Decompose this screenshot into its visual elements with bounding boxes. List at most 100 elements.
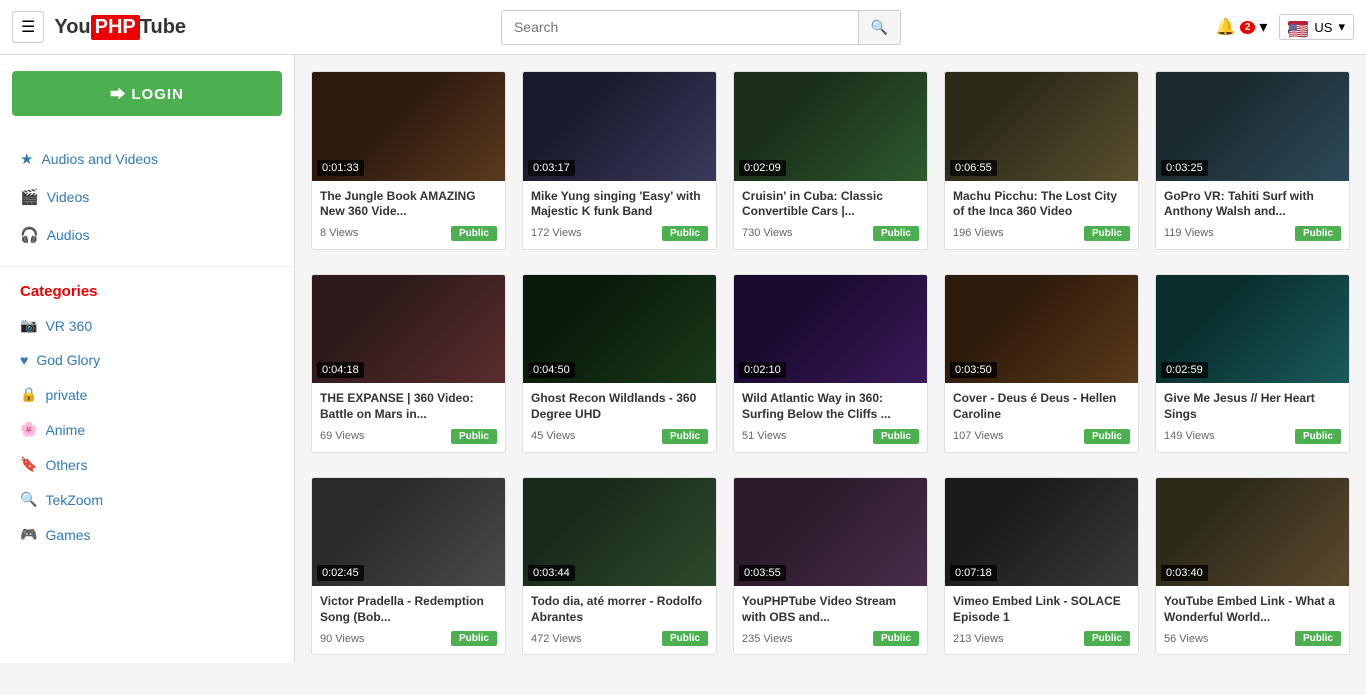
video-card[interactable]: 0:06:55 Machu Picchu: The Lost City of t…: [944, 71, 1139, 250]
video-card[interactable]: 0:03:40 YouTube Embed Link - What a Wond…: [1155, 477, 1350, 656]
video-meta: 472 Views Public: [531, 631, 708, 646]
video-info: Vimeo Embed Link - SOLACE Episode 1 213 …: [945, 586, 1138, 654]
video-meta: 172 Views Public: [531, 226, 708, 241]
layout: ⮕ LOGIN ★ Audios and Videos 🎬 Videos 🎧 A…: [0, 55, 1366, 695]
video-info: GoPro VR: Tahiti Surf with Anthony Walsh…: [1156, 181, 1349, 249]
video-row-0: 0:01:33 The Jungle Book AMAZING New 360 …: [311, 71, 1350, 250]
header-search: 🔍: [186, 10, 1216, 45]
zoom-icon: 🔍: [20, 491, 37, 508]
video-thumbnail: 0:04:18: [312, 275, 505, 384]
duration-badge: 0:03:40: [1161, 565, 1208, 581]
video-card[interactable]: 0:03:17 Mike Yung singing 'Easy' with Ma…: [522, 71, 717, 250]
video-card[interactable]: 0:02:10 Wild Atlantic Way in 360: Surfin…: [733, 274, 928, 453]
sidebar-item-god-glory[interactable]: ♥ God Glory: [0, 343, 294, 377]
video-info: Cover - Deus é Deus - Hellen Caroline 10…: [945, 383, 1138, 451]
video-card[interactable]: 0:04:50 Ghost Recon Wildlands - 360 Degr…: [522, 274, 717, 453]
video-card[interactable]: 0:07:18 Vimeo Embed Link - SOLACE Episod…: [944, 477, 1139, 656]
lock-icon: 🔒: [20, 386, 37, 403]
audio-icon: 🎧: [20, 226, 39, 244]
video-thumbnail: 0:07:18: [945, 478, 1138, 587]
lang-code: US: [1314, 20, 1332, 35]
views-count: 730 Views: [742, 227, 793, 239]
public-badge: Public: [451, 226, 497, 241]
video-title: YouTube Embed Link - What a Wonderful Wo…: [1164, 594, 1341, 625]
video-card[interactable]: 0:03:55 YouPHPTube Video Stream with OBS…: [733, 477, 928, 656]
video-card[interactable]: 0:02:09 Cruisin' in Cuba: Classic Conver…: [733, 71, 928, 250]
public-badge: Public: [873, 429, 919, 444]
duration-badge: 0:02:59: [1161, 362, 1208, 378]
star-icon: ★: [20, 150, 33, 168]
language-button[interactable]: 🇺🇸 US ▾: [1279, 14, 1354, 40]
sidebar-item-audios[interactable]: 🎧 Audios: [0, 216, 294, 254]
sidebar-item-vr360[interactable]: 📷 VR 360: [0, 308, 294, 343]
header-left: ☰ YouPHPTube: [12, 11, 186, 43]
duration-badge: 0:04:18: [317, 362, 364, 378]
video-meta: 213 Views Public: [953, 631, 1130, 646]
duration-badge: 0:02:45: [317, 565, 364, 581]
sidebar-label-audios-videos: Audios and Videos: [41, 151, 158, 167]
sidebar-item-videos[interactable]: 🎬 Videos: [0, 178, 294, 216]
views-count: 45 Views: [531, 430, 575, 442]
video-thumbnail: 0:06:55: [945, 72, 1138, 181]
duration-badge: 0:03:44: [528, 565, 575, 581]
notification-button[interactable]: 🔔 2 ▾: [1216, 17, 1268, 37]
public-badge: Public: [873, 226, 919, 241]
video-title: GoPro VR: Tahiti Surf with Anthony Walsh…: [1164, 189, 1341, 220]
bookmark-icon: 🔖: [20, 456, 37, 473]
sidebar-item-games[interactable]: 🎮 Games: [0, 517, 294, 552]
video-title: Victor Pradella - Redemption Song (Bob..…: [320, 594, 497, 625]
views-count: 69 Views: [320, 430, 364, 442]
sidebar-item-others[interactable]: 🔖 Others: [0, 447, 294, 482]
video-meta: 45 Views Public: [531, 429, 708, 444]
search-input[interactable]: [502, 11, 858, 43]
sidebar-item-audios-videos[interactable]: ★ Audios and Videos: [0, 140, 294, 178]
video-card[interactable]: 0:02:59 Give Me Jesus // Her Heart Sings…: [1155, 274, 1350, 453]
video-thumbnail: 0:03:17: [523, 72, 716, 181]
games-icon: 🎮: [20, 526, 37, 543]
search-button[interactable]: 🔍: [858, 11, 900, 44]
login-button[interactable]: ⮕ LOGIN: [12, 71, 282, 116]
sidebar: ⮕ LOGIN ★ Audios and Videos 🎬 Videos 🎧 A…: [0, 55, 295, 663]
logo[interactable]: YouPHPTube: [54, 15, 186, 40]
public-badge: Public: [1295, 429, 1341, 444]
public-badge: Public: [1084, 429, 1130, 444]
public-badge: Public: [1295, 631, 1341, 646]
duration-badge: 0:03:17: [528, 160, 575, 176]
video-thumbnail: 0:02:45: [312, 478, 505, 587]
heart-icon: ♥: [20, 352, 28, 368]
public-badge: Public: [451, 429, 497, 444]
views-count: 8 Views: [320, 227, 358, 239]
video-card[interactable]: 0:03:25 GoPro VR: Tahiti Surf with Antho…: [1155, 71, 1350, 250]
video-card[interactable]: 0:03:44 Todo dia, até morrer - Rodolfo A…: [522, 477, 717, 656]
views-count: 172 Views: [531, 227, 582, 239]
video-card[interactable]: 0:01:33 The Jungle Book AMAZING New 360 …: [311, 71, 506, 250]
categories-title: Categories: [0, 271, 294, 308]
sidebar-item-private[interactable]: 🔒 private: [0, 377, 294, 412]
video-card[interactable]: 0:03:50 Cover - Deus é Deus - Hellen Car…: [944, 274, 1139, 453]
cat-label-anime: Anime: [45, 422, 85, 438]
duration-badge: 0:06:55: [950, 160, 997, 176]
video-info: Wild Atlantic Way in 360: Surfing Below …: [734, 383, 927, 451]
video-info: YouPHPTube Video Stream with OBS and... …: [734, 586, 927, 654]
public-badge: Public: [1084, 631, 1130, 646]
main-content: 0:01:33 The Jungle Book AMAZING New 360 …: [295, 55, 1366, 695]
lang-arrow-icon: ▾: [1338, 19, 1345, 35]
video-title: Wild Atlantic Way in 360: Surfing Below …: [742, 391, 919, 422]
video-thumbnail: 0:02:59: [1156, 275, 1349, 384]
video-card[interactable]: 0:04:18 THE EXPANSE | 360 Video: Battle …: [311, 274, 506, 453]
video-card[interactable]: 0:02:45 Victor Pradella - Redemption Son…: [311, 477, 506, 656]
menu-button[interactable]: ☰: [12, 11, 44, 43]
sidebar-item-anime[interactable]: 🌸 Anime: [0, 412, 294, 447]
logo-php: PHP: [91, 15, 140, 40]
video-icon: 🎬: [20, 188, 39, 206]
search-box: 🔍: [501, 10, 901, 45]
sidebar-item-tekzoom[interactable]: 🔍 TekZoom: [0, 482, 294, 517]
video-title: Cruisin' in Cuba: Classic Convertible Ca…: [742, 189, 919, 220]
views-count: 235 Views: [742, 633, 793, 645]
video-title: Cover - Deus é Deus - Hellen Caroline: [953, 391, 1130, 422]
video-meta: 8 Views Public: [320, 226, 497, 241]
video-meta: 56 Views Public: [1164, 631, 1341, 646]
cat-label-tekzoom: TekZoom: [45, 492, 103, 508]
video-thumbnail: 0:02:09: [734, 72, 927, 181]
video-meta: 107 Views Public: [953, 429, 1130, 444]
